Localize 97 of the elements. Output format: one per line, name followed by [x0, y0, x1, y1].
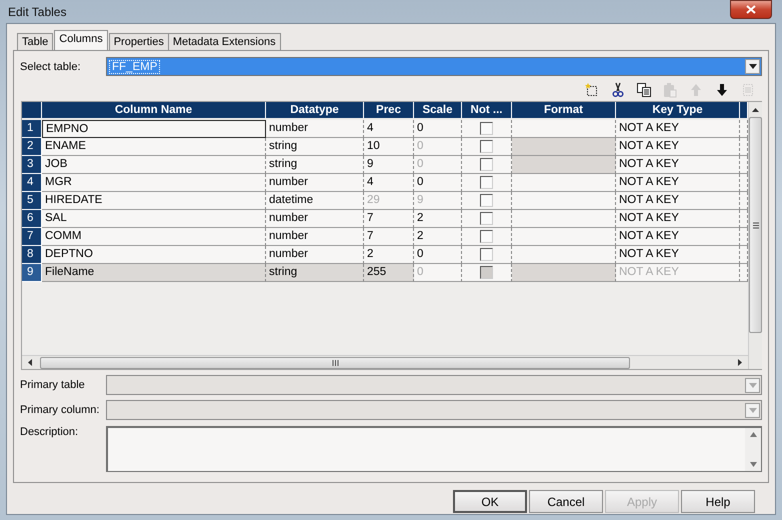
checkbox[interactable]: [480, 122, 493, 135]
column-header[interactable]: Datatype: [266, 102, 364, 118]
checkbox[interactable]: [480, 212, 493, 225]
table-cell: number: [266, 228, 364, 246]
scroll-right-icon[interactable]: [738, 359, 742, 366]
field-label: Description:: [20, 426, 80, 440]
column-header[interactable]: [740, 102, 748, 118]
row-number[interactable]: 6: [22, 210, 42, 228]
tab[interactable]: Columns: [54, 30, 108, 50]
table-cell: EMPNO: [42, 120, 266, 138]
row-number[interactable]: 5: [22, 192, 42, 210]
table-cell: JOB: [42, 156, 266, 174]
checkbox[interactable]: [480, 194, 493, 207]
dialog-button[interactable]: Cancel: [529, 490, 603, 513]
table-cell: NOT A KEY: [616, 120, 740, 138]
column-header[interactable]: Not ...: [462, 102, 512, 118]
dialog-button[interactable]: OK: [453, 490, 527, 513]
table-cell: number: [266, 246, 364, 264]
table-cell: NOT A KEY: [616, 138, 740, 156]
checkbox[interactable]: [480, 230, 493, 243]
table-cell: 2: [364, 246, 414, 264]
table-cell: number: [266, 210, 364, 228]
grip-icon: [752, 222, 758, 228]
table-cell: 0: [414, 264, 462, 282]
table-cell: 9: [364, 156, 414, 174]
scroll-left-icon[interactable]: [28, 359, 32, 366]
table-cell: 7: [364, 210, 414, 228]
header-corner: [22, 102, 42, 118]
checkbox[interactable]: [480, 140, 493, 153]
cut-icon[interactable]: [610, 82, 626, 98]
field-label: Primary table: [20, 379, 86, 391]
table-cell: 255: [364, 264, 414, 282]
close-icon[interactable]: [730, 0, 772, 19]
table-cell: datetime: [266, 192, 364, 210]
horizontal-scrollbar[interactable]: [22, 355, 748, 369]
table-cell: 29: [364, 192, 414, 210]
column-header[interactable]: Format: [512, 102, 616, 118]
table-cell: NOT A KEY: [616, 210, 740, 228]
row-number[interactable]: 9: [22, 264, 42, 282]
table-cell: NOT A KEY: [616, 192, 740, 210]
column-header[interactable]: Key Type: [616, 102, 740, 118]
table-cell: NOT A KEY: [616, 228, 740, 246]
row-number[interactable]: 3: [22, 156, 42, 174]
table-cell: 0: [414, 120, 462, 138]
checkbox[interactable]: [480, 176, 493, 189]
table-cell: ENAME: [42, 138, 266, 156]
table-cell: NOT A KEY: [616, 174, 740, 192]
table-cell: string: [266, 264, 364, 282]
table-cell: 0: [414, 138, 462, 156]
move-down-icon[interactable]: [714, 82, 730, 98]
field-label: Primary column:: [20, 404, 100, 416]
table-cell: SAL: [42, 210, 266, 228]
column-header[interactable]: Scale: [414, 102, 462, 118]
table-cell: 2: [414, 210, 462, 228]
table-cell: number: [266, 120, 364, 138]
table-cell: HIREDATE: [42, 192, 266, 210]
row-number[interactable]: 2: [22, 138, 42, 156]
table-cell: 0: [414, 174, 462, 192]
table-cell: 4: [364, 174, 414, 192]
table-cell: string: [266, 138, 364, 156]
checkbox[interactable]: [480, 158, 493, 171]
row-number[interactable]: 4: [22, 174, 42, 192]
new-column-icon[interactable]: [584, 82, 600, 98]
table-cell: 0: [414, 156, 462, 174]
table-cell: DEPTNO: [42, 246, 266, 264]
description-field[interactable]: [106, 426, 762, 472]
tab[interactable]: Properties: [108, 33, 169, 50]
column-header[interactable]: Prec: [364, 102, 414, 118]
row-number[interactable]: 8: [22, 246, 42, 264]
table-cell: string: [266, 156, 364, 174]
table-cell: FileName: [42, 264, 266, 282]
table-cell: 2: [414, 228, 462, 246]
tab[interactable]: Metadata Extensions: [168, 33, 281, 50]
checkbox[interactable]: [480, 248, 493, 261]
row-number[interactable]: 1: [22, 120, 42, 138]
scroll-down-icon[interactable]: [750, 462, 756, 467]
table-cell: NOT A KEY: [616, 246, 740, 264]
dialog-button[interactable]: Help: [681, 490, 755, 513]
table-cell: COMM: [42, 228, 266, 246]
table-cell: 10: [364, 138, 414, 156]
table-cell: NOT A KEY: [616, 264, 740, 282]
tab[interactable]: Table: [17, 33, 54, 50]
table-cell: 9: [414, 192, 462, 210]
table-cell: NOT A KEY: [616, 156, 740, 174]
table-dropdown[interactable]: FF_EMP: [106, 57, 762, 76]
grip-icon: [332, 360, 338, 366]
field-label: Select table:: [20, 60, 82, 72]
table-cell: 0: [414, 246, 462, 264]
copy-icon[interactable]: [636, 82, 652, 98]
table-cell: MGR: [42, 174, 266, 192]
window-title: Edit Tables: [8, 4, 66, 18]
row-number[interactable]: 7: [22, 228, 42, 246]
vertical-scrollbar[interactable]: [748, 102, 762, 369]
table-cell: 7: [364, 228, 414, 246]
table-cell: 4: [364, 120, 414, 138]
column-header[interactable]: Column Name: [42, 102, 266, 118]
table-cell: number: [266, 174, 364, 192]
